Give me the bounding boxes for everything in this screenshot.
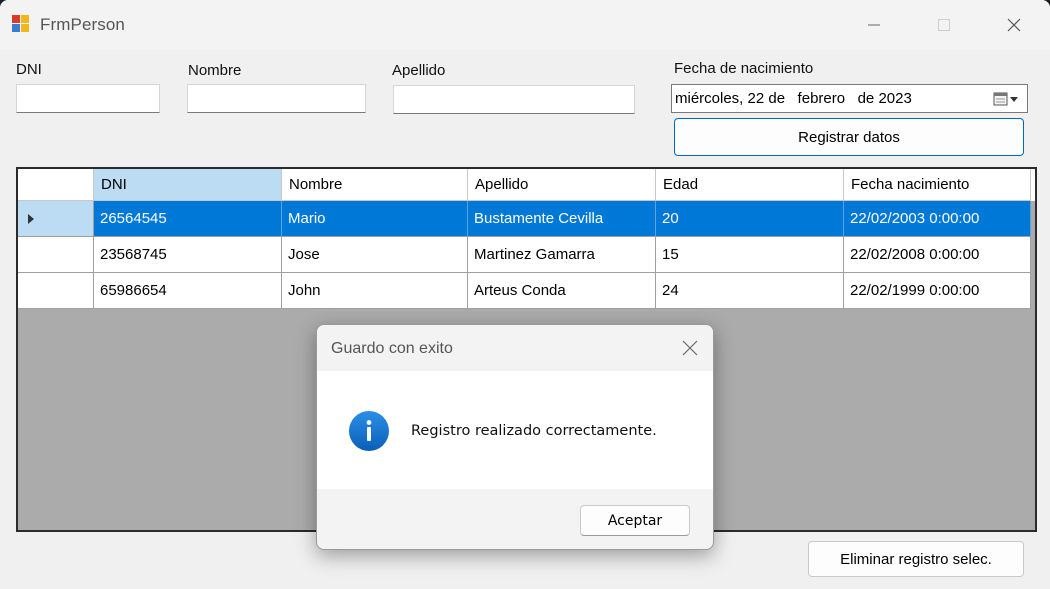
row-header[interactable]: [18, 273, 94, 309]
main-window: FrmPerson DNI Nombre Apellido Fecha de n…: [0, 0, 1050, 589]
dialog-close-button[interactable]: [679, 337, 701, 359]
close-button[interactable]: [990, 0, 1038, 50]
column-header-fecha[interactable]: Fecha nacimiento: [844, 169, 1031, 201]
cell-apellido[interactable]: Arteus Conda: [468, 273, 656, 309]
fecha-value: miércoles, 22 de febrero de 2023: [675, 90, 912, 107]
table-row[interactable]: 23568745 Jose Martinez Gamarra 15 22/02/…: [18, 237, 1031, 273]
close-icon: [682, 340, 698, 356]
row-header-corner: [18, 169, 94, 201]
table-row[interactable]: 26564545 Mario Bustamente Cevilla 20 22/…: [18, 201, 1031, 237]
nombre-field[interactable]: [187, 84, 366, 113]
registrar-button[interactable]: Registrar datos: [674, 118, 1024, 156]
grid-header: DNI Nombre Apellido Edad Fecha nacimient…: [18, 169, 1035, 201]
cell-dni[interactable]: 26564545: [94, 201, 282, 237]
row-header[interactable]: [18, 201, 94, 237]
column-header-edad[interactable]: Edad: [656, 169, 844, 201]
maximize-button[interactable]: [920, 0, 968, 50]
nombre-label: Nombre: [188, 62, 242, 79]
fecha-datepicker[interactable]: miércoles, 22 de febrero de 2023: [671, 84, 1028, 113]
calendar-dropdown-icon[interactable]: [993, 91, 1019, 107]
maximize-icon: [938, 19, 950, 31]
eliminar-button[interactable]: Eliminar registro selec.: [808, 541, 1024, 577]
fecha-label: Fecha de nacimiento: [674, 60, 814, 77]
cell-nombre[interactable]: Mario: [282, 201, 468, 237]
cell-fecha[interactable]: 22/02/2003 0:00:00: [844, 201, 1031, 237]
info-icon: [349, 411, 389, 451]
column-header-apellido[interactable]: Apellido: [468, 169, 656, 201]
cell-edad[interactable]: 20: [656, 201, 844, 237]
app-icon: [12, 15, 30, 33]
cell-fecha[interactable]: 22/02/2008 0:00:00: [844, 237, 1031, 273]
cell-apellido[interactable]: Martinez Gamarra: [468, 237, 656, 273]
minimize-icon: [868, 24, 880, 26]
dialog-title: Guardo con exito: [331, 340, 453, 357]
cell-fecha[interactable]: 22/02/1999 0:00:00: [844, 273, 1031, 309]
column-header-nombre[interactable]: Nombre: [282, 169, 468, 201]
cell-edad[interactable]: 24: [656, 273, 844, 309]
dialog-body: Registro realizado correctamente.: [317, 371, 713, 489]
dni-label: DNI: [16, 61, 42, 78]
dialog-message: Registro realizado correctamente.: [411, 423, 657, 439]
cell-dni[interactable]: 23568745: [94, 237, 282, 273]
cell-dni[interactable]: 65986654: [94, 273, 282, 309]
table-row[interactable]: 65986654 John Arteus Conda 24 22/02/1999…: [18, 273, 1031, 309]
cell-edad[interactable]: 15: [656, 237, 844, 273]
minimize-button[interactable]: [850, 0, 898, 50]
close-icon: [1007, 18, 1021, 32]
apellido-field[interactable]: [393, 85, 635, 114]
column-header-dni[interactable]: DNI: [94, 169, 282, 201]
cell-apellido[interactable]: Bustamente Cevilla: [468, 201, 656, 237]
cell-nombre[interactable]: Jose: [282, 237, 468, 273]
message-dialog: Guardo con exito Registro realizado corr…: [316, 324, 714, 550]
title-bar: FrmPerson: [0, 0, 1050, 50]
dni-field[interactable]: [16, 84, 160, 113]
window-title: FrmPerson: [40, 15, 125, 34]
current-row-arrow-icon: [28, 214, 34, 224]
aceptar-button[interactable]: Aceptar: [580, 505, 690, 536]
apellido-label: Apellido: [392, 62, 446, 79]
cell-nombre[interactable]: John: [282, 273, 468, 309]
row-header[interactable]: [18, 237, 94, 273]
